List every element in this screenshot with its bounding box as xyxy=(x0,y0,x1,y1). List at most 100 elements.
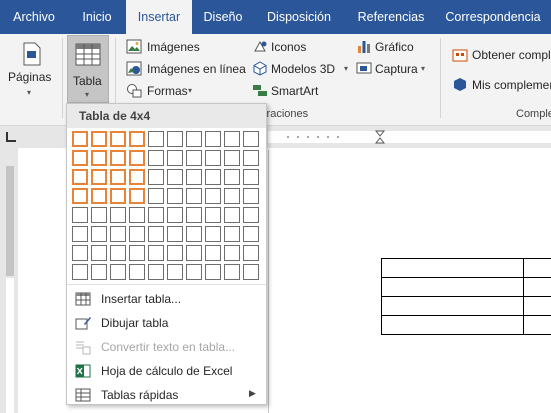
grid-cell[interactable] xyxy=(91,150,107,166)
iconos-button[interactable]: Iconos xyxy=(252,38,332,56)
grid-cell[interactable] xyxy=(110,245,126,261)
grid-cell[interactable] xyxy=(224,226,240,242)
grid-cell[interactable] xyxy=(91,131,107,147)
grid-cell[interactable] xyxy=(91,188,107,204)
grid-cell[interactable] xyxy=(72,169,88,185)
grid-cell[interactable] xyxy=(148,245,164,261)
grid-cell[interactable] xyxy=(224,245,240,261)
grid-cell[interactable] xyxy=(243,245,259,261)
grid-cell[interactable] xyxy=(72,207,88,223)
grid-cell[interactable] xyxy=(186,169,202,185)
grid-cell[interactable] xyxy=(72,188,88,204)
imagenes-button[interactable]: Imágenes xyxy=(126,38,246,56)
grid-cell[interactable] xyxy=(148,188,164,204)
grid-cell[interactable] xyxy=(243,226,259,242)
grid-cell[interactable] xyxy=(167,169,183,185)
grid-cell[interactable] xyxy=(224,169,240,185)
formas-button[interactable]: Formas ▾ xyxy=(126,82,206,100)
grid-cell[interactable] xyxy=(110,131,126,147)
mis-complementos-button[interactable]: Mis complemen xyxy=(450,76,551,94)
grid-cell[interactable] xyxy=(110,207,126,223)
modelos-3d-button[interactable]: Modelos 3D ▾ xyxy=(252,60,352,78)
tab-referencias[interactable]: Referencias xyxy=(346,0,436,34)
grid-cell[interactable] xyxy=(186,264,202,280)
grid-cell[interactable] xyxy=(224,188,240,204)
grid-cell[interactable] xyxy=(243,264,259,280)
grid-cell[interactable] xyxy=(129,150,145,166)
grid-cell[interactable] xyxy=(243,150,259,166)
grid-cell[interactable] xyxy=(167,245,183,261)
grid-cell[interactable] xyxy=(205,264,221,280)
grid-cell[interactable] xyxy=(110,169,126,185)
tabla-button[interactable]: Tabla ▾ xyxy=(67,35,109,103)
grid-cell[interactable] xyxy=(205,131,221,147)
grid-cell[interactable] xyxy=(129,169,145,185)
grid-cell[interactable] xyxy=(72,226,88,242)
grid-cell[interactable] xyxy=(72,264,88,280)
grid-cell[interactable] xyxy=(243,131,259,147)
tab-inicio[interactable]: Inicio xyxy=(70,0,124,34)
grid-cell[interactable] xyxy=(91,207,107,223)
grid-cell[interactable] xyxy=(129,264,145,280)
grid-cell[interactable] xyxy=(148,169,164,185)
grid-cell[interactable] xyxy=(129,207,145,223)
tab-insertar[interactable]: Insertar xyxy=(126,0,192,34)
table-grid-picker[interactable] xyxy=(72,131,262,281)
grid-cell[interactable] xyxy=(110,264,126,280)
insertar-tabla-item[interactable]: Insertar tabla... xyxy=(67,287,266,311)
grid-cell[interactable] xyxy=(72,150,88,166)
tab-archivo[interactable]: Archivo xyxy=(0,0,68,34)
imagenes-en-linea-button[interactable]: Imágenes en línea xyxy=(126,60,248,78)
grid-cell[interactable] xyxy=(72,245,88,261)
grafico-button[interactable]: Gráfico xyxy=(356,38,426,56)
grid-cell[interactable] xyxy=(205,188,221,204)
grid-cell[interactable] xyxy=(167,131,183,147)
tab-disposicion[interactable]: Disposición xyxy=(254,0,344,34)
smartart-button[interactable]: SmartArt xyxy=(252,82,332,100)
grid-cell[interactable] xyxy=(224,131,240,147)
grid-cell[interactable] xyxy=(243,169,259,185)
grid-cell[interactable] xyxy=(91,169,107,185)
grid-cell[interactable] xyxy=(167,264,183,280)
grid-cell[interactable] xyxy=(129,188,145,204)
grid-cell[interactable] xyxy=(224,150,240,166)
tab-selector-icon[interactable] xyxy=(6,132,16,142)
grid-cell[interactable] xyxy=(148,226,164,242)
grid-cell[interactable] xyxy=(186,131,202,147)
document-table[interactable] xyxy=(381,258,551,338)
grid-cell[interactable] xyxy=(205,169,221,185)
grid-cell[interactable] xyxy=(148,150,164,166)
grid-cell[interactable] xyxy=(186,245,202,261)
grid-cell[interactable] xyxy=(167,207,183,223)
grid-cell[interactable] xyxy=(129,131,145,147)
captura-button[interactable]: Captura ▾ xyxy=(356,60,432,78)
tab-correspondencia[interactable]: Correspondencia xyxy=(438,0,548,34)
grid-cell[interactable] xyxy=(167,226,183,242)
grid-cell[interactable] xyxy=(224,264,240,280)
grid-cell[interactable] xyxy=(243,188,259,204)
grid-cell[interactable] xyxy=(205,226,221,242)
grid-cell[interactable] xyxy=(110,188,126,204)
dibujar-tabla-item[interactable]: Dibujar tabla xyxy=(67,311,266,335)
grid-cell[interactable] xyxy=(167,188,183,204)
grid-cell[interactable] xyxy=(91,245,107,261)
grid-cell[interactable] xyxy=(129,245,145,261)
grid-cell[interactable] xyxy=(148,264,164,280)
grid-cell[interactable] xyxy=(243,207,259,223)
grid-cell[interactable] xyxy=(110,150,126,166)
grid-cell[interactable] xyxy=(186,150,202,166)
document-page[interactable] xyxy=(268,150,551,413)
grid-cell[interactable] xyxy=(205,245,221,261)
grid-cell[interactable] xyxy=(91,226,107,242)
grid-cell[interactable] xyxy=(205,150,221,166)
convertir-texto-item[interactable]: Convertir texto en tabla... xyxy=(67,335,266,359)
grid-cell[interactable] xyxy=(205,207,221,223)
grid-cell[interactable] xyxy=(186,188,202,204)
grid-cell[interactable] xyxy=(148,207,164,223)
tablas-rapidas-item[interactable]: Tablas rápidas ▶ xyxy=(67,383,266,407)
grid-cell[interactable] xyxy=(186,207,202,223)
grid-cell[interactable] xyxy=(91,264,107,280)
grid-cell[interactable] xyxy=(129,226,145,242)
grid-cell[interactable] xyxy=(148,131,164,147)
hoja-excel-item[interactable]: Hoja de cálculo de Excel xyxy=(67,359,266,383)
